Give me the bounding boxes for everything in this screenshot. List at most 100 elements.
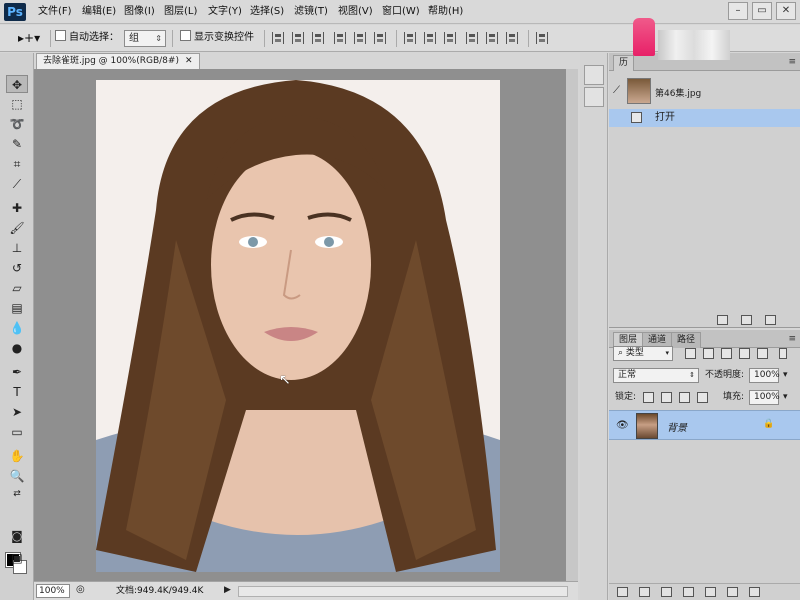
lock-position-icon[interactable] (679, 392, 690, 403)
tab-paths[interactable]: 路径 (671, 332, 702, 348)
menu-layer[interactable]: 图层(L) (164, 0, 197, 24)
filter-smart-object-icon[interactable] (757, 348, 768, 359)
menu-file[interactable]: 文件(F) (38, 0, 72, 24)
link-layers-icon[interactable] (617, 587, 628, 597)
lock-all-icon[interactable] (697, 392, 708, 403)
opacity-slider-arrow-icon[interactable]: ▾ (783, 368, 788, 384)
screen-mode-icon[interactable]: ▣ (6, 549, 28, 567)
auto-align-layers-icon[interactable] (536, 32, 548, 44)
eyedropper-tool-icon[interactable]: ⟋ (6, 175, 28, 193)
menu-filter[interactable]: 滤镜(T) (294, 0, 328, 24)
distribute-bottom-icon[interactable] (444, 32, 456, 44)
menu-window[interactable]: 窗口(W) (382, 0, 420, 24)
filter-pixel-icon[interactable] (685, 348, 696, 359)
status-menu-arrow-icon[interactable]: ▶ (224, 585, 231, 595)
distribute-top-icon[interactable] (404, 32, 416, 44)
history-brush-tool-icon[interactable]: ↺ (6, 259, 28, 277)
adjustment-layer-icon[interactable] (683, 587, 694, 597)
show-transform-checkbox[interactable]: 显示变换控件 (180, 30, 254, 46)
align-hcenter-icon[interactable] (354, 32, 366, 44)
brush-presets-icon[interactable] (584, 87, 604, 107)
trash-icon[interactable] (765, 315, 776, 325)
layer-row-background[interactable]: 👁 背景 🔒 (609, 410, 800, 440)
add-mask-icon[interactable] (661, 587, 672, 597)
quick-mask-icon[interactable]: ◙ (6, 527, 28, 545)
document-tab[interactable]: 去除雀斑.jpg @ 100%(RGB/8#) ✕ (36, 53, 200, 69)
menu-image[interactable]: 图像(I) (124, 0, 155, 24)
align-right-icon[interactable] (374, 32, 386, 44)
tab-history[interactable]: 历 (613, 55, 635, 71)
trash-icon[interactable] (749, 587, 760, 597)
distribute-right-icon[interactable] (506, 32, 518, 44)
vertical-scrollbar[interactable] (566, 69, 578, 581)
shape-tool-icon[interactable]: ▭ (6, 423, 28, 441)
filter-type-icon[interactable] (721, 348, 732, 359)
gradient-tool-icon[interactable]: ▤ (6, 299, 28, 317)
dropdown-arrow-icon: ▾ (665, 349, 669, 357)
distribute-hcenter-icon[interactable] (486, 32, 498, 44)
blend-mode-dropdown[interactable]: 正常 ⇕ (613, 368, 699, 383)
panel-menu-icon[interactable]: ≡ (788, 334, 796, 344)
zoom-level-field[interactable]: 100% (36, 584, 70, 598)
menu-select[interactable]: 选择(S) (250, 0, 284, 24)
layer-style-icon[interactable] (639, 587, 650, 597)
align-vcenter-icon[interactable] (292, 32, 304, 44)
menu-view[interactable]: 视图(V) (338, 0, 373, 24)
opacity-field[interactable]: 100% (749, 368, 780, 383)
new-document-from-state-icon[interactable] (717, 315, 728, 325)
type-tool-icon[interactable]: T (6, 383, 28, 401)
distribute-vcenter-icon[interactable] (424, 32, 436, 44)
camera-snapshot-icon[interactable] (741, 315, 752, 325)
menu-edit[interactable]: 编辑(E) (82, 0, 116, 24)
fill-slider-arrow-icon[interactable]: ▾ (783, 390, 788, 406)
maximize-button[interactable]: ▭ (752, 2, 772, 20)
history-brush-source-icon[interactable]: ⟋ (613, 85, 620, 96)
menu-help[interactable]: 帮助(H) (428, 0, 463, 24)
eye-icon[interactable]: 👁 (616, 420, 629, 431)
close-button[interactable]: ✕ (776, 2, 796, 20)
lock-transparent-icon[interactable] (643, 392, 654, 403)
dodge-tool-icon[interactable]: ● (6, 339, 28, 357)
blur-tool-icon[interactable]: 💧 (6, 319, 28, 337)
lock-image-icon[interactable] (661, 392, 672, 403)
status-info-icon[interactable]: ◎ (76, 584, 85, 595)
auto-select-dropdown[interactable]: 组 ⇕ (124, 30, 166, 47)
new-group-icon[interactable] (705, 587, 716, 597)
brush-tool-icon[interactable]: 🖌 (6, 219, 28, 237)
panel-dock-icon[interactable] (584, 65, 604, 85)
close-icon[interactable]: ✕ (185, 56, 193, 66)
eraser-tool-icon[interactable]: ▱ (6, 279, 28, 297)
history-state-open[interactable]: 打开 (609, 109, 800, 127)
align-top-icon[interactable] (272, 32, 284, 44)
fill-field[interactable]: 100% (749, 390, 780, 405)
crop-tool-icon[interactable]: ⌗ (6, 155, 28, 173)
filter-toggle-icon[interactable] (779, 348, 787, 359)
lasso-tool-icon[interactable]: ➰ (6, 115, 28, 133)
quick-select-tool-icon[interactable]: ✎ (6, 135, 28, 153)
align-left-icon[interactable] (334, 32, 346, 44)
canvas-area[interactable]: ↖ (34, 69, 578, 581)
layer-filter-dropdown[interactable]: ⌕ 类型 ▾ (613, 346, 673, 361)
portrait-photo[interactable] (96, 80, 500, 572)
zoom-tool-icon[interactable]: 🔍 (6, 467, 28, 485)
path-select-tool-icon[interactable]: ➤ (6, 403, 28, 421)
menu-type[interactable]: 文字(Y) (208, 0, 242, 24)
hand-tool-icon[interactable]: ✋ (6, 447, 28, 465)
new-layer-icon[interactable] (727, 587, 738, 597)
horizontal-scrollbar[interactable] (238, 586, 568, 597)
move-tool-preset-icon[interactable]: ▸+▾ (18, 30, 40, 46)
move-tool-icon[interactable]: ✥ (6, 75, 28, 93)
pen-tool-icon[interactable]: ✒ (6, 363, 28, 381)
distribute-left-icon[interactable] (466, 32, 478, 44)
align-bottom-icon[interactable] (312, 32, 324, 44)
filter-adjustment-icon[interactable] (703, 348, 714, 359)
panel-menu-icon[interactable]: ≡ (788, 57, 796, 67)
filter-shape-icon[interactable] (739, 348, 750, 359)
minimize-button[interactable]: – (728, 2, 748, 20)
swap-colors-icon[interactable]: ⇄ (6, 485, 28, 503)
auto-select-checkbox[interactable]: 自动选择： (55, 30, 119, 46)
marquee-tool-icon[interactable]: ⬚ (6, 95, 28, 113)
healing-brush-tool-icon[interactable]: ✚ (6, 199, 28, 217)
clone-stamp-tool-icon[interactable]: ⊥ (6, 239, 28, 257)
history-snapshot[interactable]: ⟋ 第46集.jpg (609, 77, 800, 107)
